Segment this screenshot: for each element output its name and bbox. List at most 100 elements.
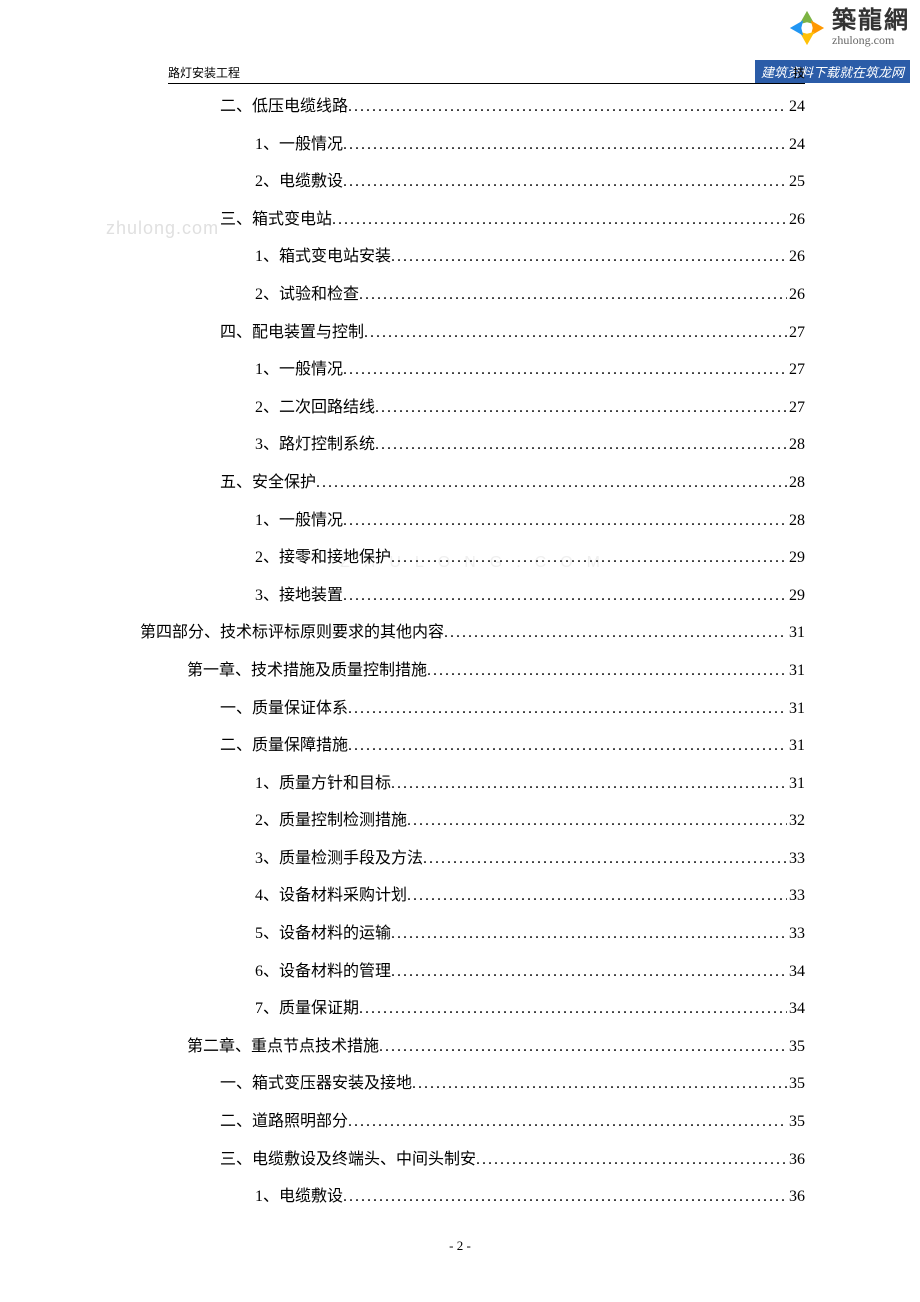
- toc-dots: [343, 502, 787, 540]
- toc-dots: [316, 464, 787, 502]
- toc-entry: 第一章、技术措施及质量控制措施31: [140, 652, 805, 690]
- toc-label: 二、道路照明部分: [220, 1103, 348, 1141]
- toc-label: 3、接地装置: [255, 577, 343, 615]
- toc-page: 24: [787, 88, 805, 126]
- toc-page: 34: [787, 953, 805, 991]
- toc-page: 27: [787, 351, 805, 389]
- toc-page: 31: [787, 727, 805, 765]
- toc-dots: [348, 727, 787, 765]
- toc-page: 36: [787, 1141, 805, 1179]
- toc-dots: [412, 1065, 787, 1103]
- toc-label: 5、设备材料的运输: [255, 915, 391, 953]
- toc-label: 2、接零和接地保护: [255, 539, 391, 577]
- toc-dots: [407, 877, 787, 915]
- toc-dots: [375, 426, 787, 464]
- toc-dots: [359, 276, 787, 314]
- toc-label: 6、设备材料的管理: [255, 953, 391, 991]
- toc-entry: 四、配电装置与控制 27: [140, 314, 805, 352]
- toc-entry: 二、低压电缆线路 24: [140, 88, 805, 126]
- toc-entry: 3、接地装置 29: [140, 577, 805, 615]
- toc-page: 36: [787, 1178, 805, 1216]
- toc-page: 33: [787, 915, 805, 953]
- toc-dots: [427, 652, 787, 690]
- toc-label: 第二章、重点节点技术措施: [187, 1028, 379, 1066]
- toc-page: 26: [787, 201, 805, 239]
- toc-page: 29: [787, 577, 805, 615]
- toc-page: 28: [787, 502, 805, 540]
- toc-label: 1、一般情况: [255, 502, 343, 540]
- logo-en: zhulong.com: [832, 34, 910, 47]
- toc-page: 29: [787, 539, 805, 577]
- toc-entry: 1、一般情况24: [140, 126, 805, 164]
- toc-entry: 5、设备材料的运输 33: [140, 915, 805, 953]
- toc-dots: [359, 990, 787, 1028]
- header-right: 技: [793, 64, 805, 81]
- toc-label: 1、箱式变电站安装: [255, 238, 391, 276]
- toc-page: 35: [787, 1103, 805, 1141]
- page-number: - 2 -: [0, 1238, 920, 1254]
- toc-dots: [364, 314, 787, 352]
- toc-page: 35: [787, 1065, 805, 1103]
- toc-label: 一、质量保证体系: [220, 690, 348, 728]
- toc-entry: 7、质量保证期 34: [140, 990, 805, 1028]
- toc-entry: 1、一般情况27: [140, 351, 805, 389]
- header-left: 路灯安装工程: [168, 64, 240, 81]
- toc-entry: 2、试验和检查 26: [140, 276, 805, 314]
- toc-dots: [343, 1178, 787, 1216]
- toc-label: 3、路灯控制系统: [255, 426, 375, 464]
- toc-entry: 3、路灯控制系统 28: [140, 426, 805, 464]
- toc-label: 第四部分、技术标评标原则要求的其他内容: [140, 614, 444, 652]
- toc-label: 二、质量保障措施: [220, 727, 348, 765]
- toc-dots: [476, 1141, 787, 1179]
- toc-page: 31: [787, 614, 805, 652]
- toc-dots: [391, 238, 787, 276]
- toc-label: 1、质量方针和目标: [255, 765, 391, 803]
- toc-label: 4、设备材料采购计划: [255, 877, 407, 915]
- toc-entry: 三、电缆敷设及终端头、中间头制安 36: [140, 1141, 805, 1179]
- toc-label: 一、箱式变压器安装及接地: [220, 1065, 412, 1103]
- toc-label: 2、二次回路结线: [255, 389, 375, 427]
- toc-page: 31: [787, 690, 805, 728]
- toc-dots: [343, 126, 787, 164]
- toc-dots: [391, 539, 787, 577]
- toc-entry: 2、质量控制检测措施32: [140, 802, 805, 840]
- toc-entry: 1、质量方针和目标31: [140, 765, 805, 803]
- toc-page: 25: [787, 163, 805, 201]
- toc-entry: 1、一般情况 28: [140, 502, 805, 540]
- toc-label: 1、电缆敷设: [255, 1178, 343, 1216]
- toc-page: 26: [787, 276, 805, 314]
- toc-entry: 1、电缆敷设 36: [140, 1178, 805, 1216]
- toc-label: 第一章、技术措施及质量控制措施: [187, 652, 427, 690]
- toc-label: 三、电缆敷设及终端头、中间头制安: [220, 1141, 476, 1179]
- toc-label: 二、低压电缆线路: [220, 88, 348, 126]
- toc-label: 1、一般情况: [255, 126, 343, 164]
- toc-dots: [375, 389, 787, 427]
- toc-dots: [391, 915, 787, 953]
- logo-cn: 築龍網: [832, 8, 910, 34]
- toc-dots: [444, 614, 787, 652]
- toc-page: 35: [787, 1028, 805, 1066]
- page-header: 路灯安装工程 技: [168, 64, 805, 84]
- toc-entry: 2、电缆敷设25: [140, 163, 805, 201]
- logo-icon: [788, 9, 826, 47]
- logo-text: 築龍網 zhulong.com: [832, 8, 910, 48]
- toc-label: 四、配电装置与控制: [220, 314, 364, 352]
- toc-dots: [348, 1103, 787, 1141]
- toc-entry: 三、箱式变电站 26: [140, 201, 805, 239]
- toc-entry: 一、质量保证体系 31: [140, 690, 805, 728]
- toc-label: 7、质量保证期: [255, 990, 359, 1028]
- toc-dots: [332, 201, 787, 239]
- toc-label: 2、试验和检查: [255, 276, 359, 314]
- toc-page: 28: [787, 426, 805, 464]
- toc-label: 三、箱式变电站: [220, 201, 332, 239]
- toc-page: 34: [787, 990, 805, 1028]
- logo: 築龍網 zhulong.com: [788, 8, 910, 48]
- toc-page: 27: [787, 314, 805, 352]
- toc-dots: [391, 953, 787, 991]
- toc-page: 33: [787, 877, 805, 915]
- toc-label: 五、安全保护: [220, 464, 316, 502]
- toc-dots: [348, 88, 787, 126]
- toc-entry: 3、质量检测手段及方法33: [140, 840, 805, 878]
- toc-dots: [348, 690, 787, 728]
- toc-page: 27: [787, 389, 805, 427]
